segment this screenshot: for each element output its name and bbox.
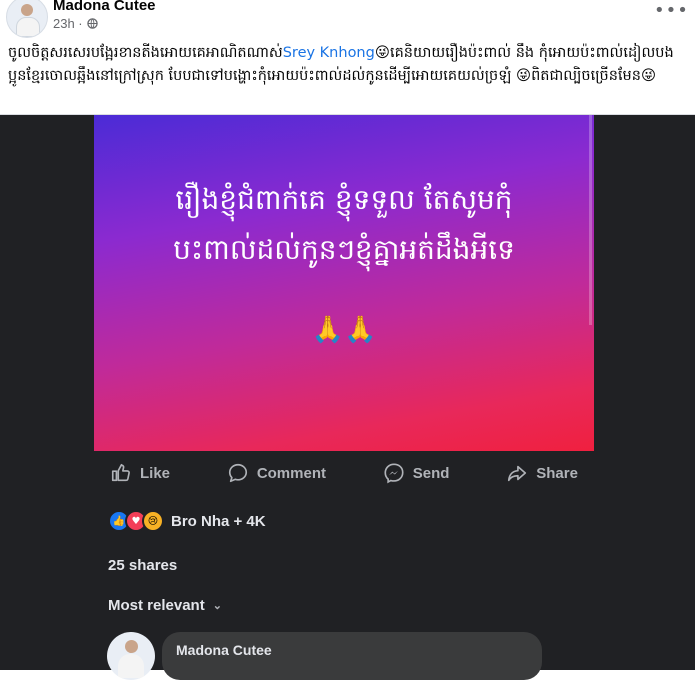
image-text: រឿងខ្ញុំជំពាក់គេ ខ្ញុំទទួល តែសូមកុំ បះពា… (94, 175, 594, 275)
avatar-head (21, 4, 33, 16)
author-name[interactable]: Madona Cutee (53, 0, 156, 14)
reaction-summary[interactable]: 👍 ♥ 😢 Bro Nha + 4K (108, 510, 266, 532)
globe-icon (86, 18, 98, 29)
post-image[interactable]: រឿងខ្ញុំជំពាក់គេ ខ្ញុំទទួល តែសូមកុំ បះពា… (94, 115, 594, 451)
more-dots-icon[interactable]: ••• (654, 0, 689, 21)
action-bar: Like Comment Send Share (94, 456, 594, 490)
emoji-laugh-icon: 😜 (515, 68, 532, 84)
image-text-line-1: រឿងខ្ញុំជំពាក់គេ ខ្ញុំទទួល តែសូមកុំ (175, 183, 513, 216)
post-time[interactable]: 23h · (53, 16, 83, 31)
mention-link[interactable]: Srey Knhong (283, 45, 375, 61)
comment-bubble: Madona Cutee (162, 632, 542, 680)
comment-author[interactable]: Madona Cutee (176, 642, 272, 658)
share-icon (508, 465, 527, 482)
share-count[interactable]: 25 shares (108, 557, 177, 574)
sort-label: Most relevant (108, 597, 205, 614)
send-button[interactable]: Send (367, 462, 466, 484)
pray-emoji-icon: 🙏🙏 (311, 315, 377, 345)
emoji-laugh-icon: 😜 (374, 45, 390, 61)
reaction-names[interactable]: Bro Nha + 4K (171, 513, 266, 530)
caption-text-3: ពិតជាល្បិចច្រើនមែន (531, 68, 641, 84)
chevron-down-icon: ⌄ (212, 600, 222, 612)
comment-sort-dropdown[interactable]: Most relevant ⌄ (108, 597, 222, 614)
caption-text-1: ចូលចិត្តសរសេរបង្អែរខានតីងអោយគេអាណិតណាស់ (8, 45, 283, 61)
messenger-icon (384, 463, 404, 484)
sad-reaction-icon: 😢 (142, 510, 164, 532)
post-caption: ចូលចិត្តសរសេរបង្អែរខានតីងអោយគេអាណិតណាស់S… (8, 42, 692, 88)
share-button[interactable]: Share (490, 462, 594, 484)
author-avatar[interactable] (6, 0, 48, 38)
avatar-head (125, 640, 138, 653)
like-button[interactable]: Like (94, 462, 186, 484)
like-label: Like (140, 464, 171, 482)
image-text-line-2: បះពាល់ដល់កូនៗខ្ញុំគ្នាអត់ដឹងអីទេ (173, 233, 515, 266)
thumbs-up-icon (111, 463, 130, 482)
post-meta: 23h · (53, 16, 98, 31)
avatar-body (118, 654, 144, 678)
send-label: Send (412, 464, 450, 482)
comment-button[interactable]: Comment (211, 462, 342, 484)
commenter-avatar[interactable] (107, 632, 155, 680)
comment-icon (228, 463, 247, 483)
comment-label: Comment (256, 464, 326, 482)
emoji-laugh-icon: 😜 (640, 68, 657, 84)
avatar-body (16, 17, 40, 37)
post-header: Madona Cutee 23h · ••• (0, 0, 695, 40)
share-label: Share (536, 464, 578, 482)
